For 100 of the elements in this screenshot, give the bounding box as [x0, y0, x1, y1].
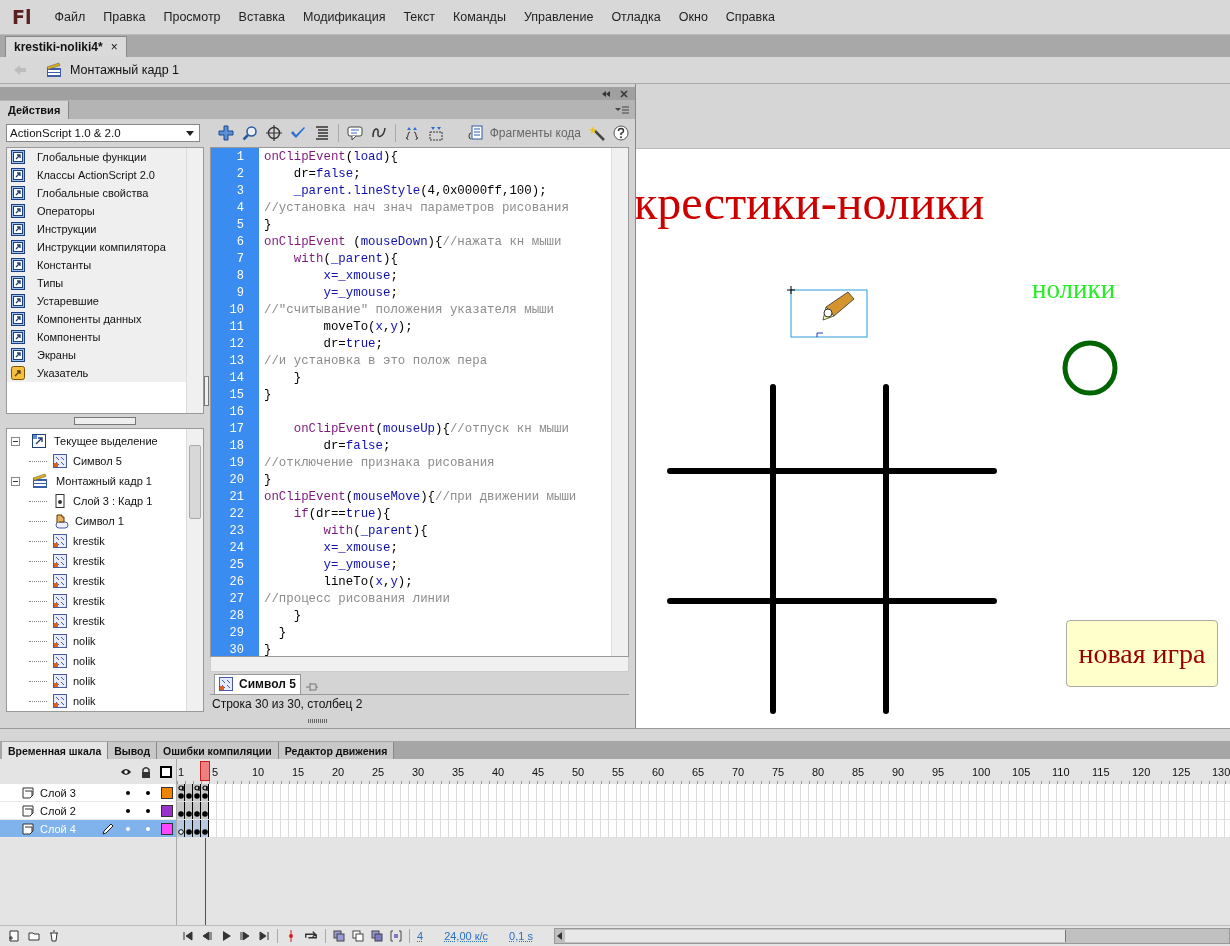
code-editor[interactable]: [210, 147, 629, 657]
panel-tab[interactable]: Ошибки компиляции: [157, 742, 279, 759]
edit-frames-icon[interactable]: [371, 930, 383, 942]
crosshair-icon[interactable]: [266, 125, 282, 141]
visibility-dot-icon[interactable]: [126, 809, 130, 813]
menu-item[interactable]: Управление: [514, 10, 603, 24]
script-tab[interactable]: Символ 5: [214, 673, 301, 694]
menu-item[interactable]: Правка: [94, 10, 155, 24]
menu-item[interactable]: Модификация: [294, 10, 395, 24]
trash-icon[interactable]: [48, 930, 60, 942]
tree-item[interactable]: Монтажный кадр 1: [56, 475, 152, 487]
menu-item[interactable]: Справка: [716, 10, 784, 24]
tree-item[interactable]: nolik: [73, 655, 96, 667]
tree-item[interactable]: nolik: [73, 635, 96, 647]
tree-item[interactable]: krestik: [73, 535, 105, 547]
onion-skin-icon[interactable]: [333, 930, 345, 942]
speech-bubble-icon[interactable]: [347, 125, 363, 141]
code-line: onClipEvent(mouseMove){//при движении мыши: [264, 489, 577, 504]
panel-tab[interactable]: Действия: [0, 101, 70, 119]
keyframe[interactable]: [201, 784, 209, 801]
layer-color-swatch[interactable]: [161, 787, 173, 799]
folder-icon[interactable]: [28, 930, 40, 942]
scrollbar[interactable]: [186, 429, 203, 711]
layer-color-swatch[interactable]: [161, 805, 173, 817]
close-icon[interactable]: [619, 88, 629, 99]
code-snippets-button[interactable]: Фрагменты кода: [467, 125, 581, 141]
tree-item[interactable]: krestik: [73, 575, 105, 587]
menu-item[interactable]: Вставка: [229, 10, 295, 24]
menu-item[interactable]: Просмотр: [154, 10, 230, 24]
category-item[interactable]: Указатель: [37, 367, 89, 379]
tree-item[interactable]: Слой 3 : Кадр 1: [73, 495, 153, 507]
expand-toggle[interactable]: [11, 476, 20, 486]
magic-wand-icon[interactable]: [589, 125, 605, 141]
tree-item[interactable]: krestik: [73, 555, 105, 567]
elapsed-time-field[interactable]: 0,1 s: [509, 930, 533, 942]
menu-item[interactable]: Текст: [394, 10, 444, 24]
horizontal-scrollbar[interactable]: [210, 657, 629, 673]
help-icon[interactable]: [613, 125, 629, 141]
new-layer-icon[interactable]: [8, 930, 20, 942]
menu-item[interactable]: Файл: [45, 10, 95, 24]
scrollbar[interactable]: [611, 148, 628, 656]
step-forward-icon[interactable]: [239, 930, 251, 942]
line-number: 6: [235, 234, 244, 249]
tree-item[interactable]: krestik: [73, 615, 105, 627]
add-icon[interactable]: [218, 125, 234, 141]
action-mark-icon: [178, 785, 184, 791]
collapse-icon[interactable]: [601, 88, 611, 99]
collapse-braces-icon[interactable]: [428, 125, 444, 141]
frame-rate-field[interactable]: 24,00 к/с: [444, 930, 489, 942]
scene-link[interactable]: Монтажный кадр 1: [70, 63, 179, 77]
lock-icon[interactable]: [140, 765, 152, 778]
category-item[interactable]: Типы: [37, 277, 64, 289]
last-frame-icon[interactable]: [258, 930, 270, 942]
tree-item[interactable]: nolik: [73, 675, 96, 687]
menu-item[interactable]: Окно: [669, 10, 717, 24]
splitter-handle[interactable]: [74, 417, 136, 426]
panel-tab[interactable]: Временная шкала: [2, 742, 109, 759]
timeline-ruler[interactable]: 1 5 10 15 20 25 30 35 40 45 50 55 60 65 70 75 80 85 90 95 100 105 110 115 120 125 130: [177, 759, 1230, 784]
tree-item[interactable]: Текущее выделение: [54, 435, 158, 447]
layer-row[interactable]: Слой 2: [0, 802, 176, 820]
outline-icon[interactable]: [160, 765, 172, 778]
version-dropdown[interactable]: ActionScript 1.0 & 2.0: [6, 124, 200, 142]
horizontal-scrollbar[interactable]: [553, 928, 1230, 944]
document-tab[interactable]: krestiki-noliki4* ×: [5, 36, 127, 57]
pencil-symbol-drawing[interactable]: [790, 289, 870, 339]
panel-tab[interactable]: Редактор движения: [278, 742, 395, 759]
play-icon[interactable]: [220, 930, 232, 942]
scrollbar[interactable]: [186, 148, 203, 414]
collapse-handle[interactable]: [204, 375, 209, 406]
close-button[interactable]: ×: [110, 40, 118, 54]
category-item[interactable]: Экраны: [37, 349, 76, 361]
menu-item[interactable]: Команды: [443, 10, 515, 24]
visibility-dot-icon[interactable]: [126, 791, 130, 795]
lock-dot-icon[interactable]: [146, 827, 150, 831]
lock-dot-icon[interactable]: [146, 809, 150, 813]
new-game-button[interactable]: новая игра: [1066, 620, 1218, 687]
tree-item[interactable]: krestik: [73, 595, 105, 607]
menu-item[interactable]: Отладка: [602, 10, 670, 24]
tree-item[interactable]: Символ 1: [75, 515, 124, 527]
resize-grip[interactable]: [307, 719, 328, 723]
panel-tab[interactable]: Вывод: [108, 742, 158, 759]
panel-menu-icon[interactable]: [615, 105, 629, 114]
layer-color-swatch[interactable]: [161, 823, 173, 835]
layer-row[interactable]: Слой 3: [0, 784, 176, 802]
expand-toggle[interactable]: [11, 436, 20, 446]
expand-braces-icon[interactable]: [404, 125, 420, 141]
keyframe[interactable]: [201, 802, 209, 819]
visibility-dot-icon[interactable]: [126, 827, 130, 831]
first-frame-icon[interactable]: [182, 930, 194, 942]
onion-markers-icon[interactable]: [390, 930, 402, 942]
current-frame-field[interactable]: 4: [417, 930, 424, 942]
keyframe[interactable]: [201, 820, 209, 837]
align-lines-icon[interactable]: [314, 125, 330, 141]
step-back-icon[interactable]: [201, 930, 213, 942]
tree-item[interactable]: nolik: [73, 695, 96, 707]
search-icon[interactable]: [242, 125, 258, 141]
tree-item[interactable]: Символ 5: [73, 455, 122, 467]
lock-dot-icon[interactable]: [146, 791, 150, 795]
onion-outline-icon[interactable]: [352, 930, 364, 942]
code-line: onClipEvent (mouseDown){//нажата кн мыши: [264, 234, 562, 249]
